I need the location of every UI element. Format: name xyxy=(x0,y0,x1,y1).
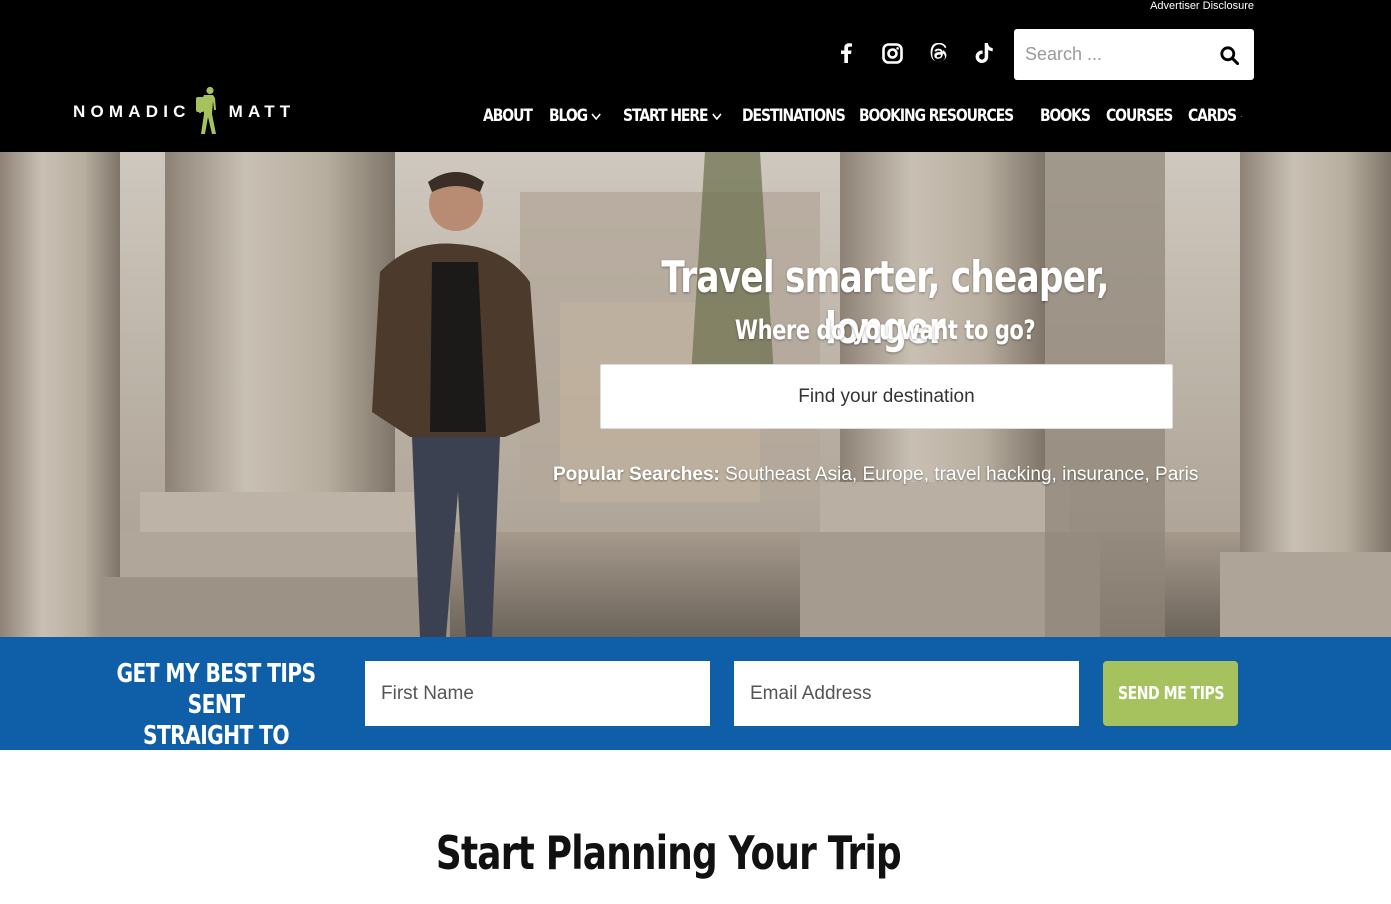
chevron-down-icon xyxy=(712,112,722,120)
send-me-tips-button[interactable]: SEND ME TIPS xyxy=(1103,661,1238,726)
facebook-icon[interactable] xyxy=(833,40,859,66)
logo-text-right: MATT xyxy=(228,102,296,121)
site-header: Advertiser Disclosure NOMADIC MATT ABOUT… xyxy=(0,0,1391,152)
search-icon[interactable] xyxy=(1218,44,1240,66)
tiktok-icon[interactable] xyxy=(971,40,997,66)
popular-search-link[interactable]: insurance xyxy=(1062,464,1144,485)
threads-icon[interactable] xyxy=(925,40,951,66)
popular-search-link[interactable]: Paris xyxy=(1155,464,1198,485)
newsletter-signup: GET MY BEST TIPS SENT STRAIGHT TO YOU! S… xyxy=(0,637,1391,782)
signup-title: GET MY BEST TIPS SENT STRAIGHT TO YOU! xyxy=(115,659,318,783)
signup-title-line: STRAIGHT TO YOU! xyxy=(142,721,290,782)
hero-subtitle: Where do you want to go? xyxy=(734,315,1036,346)
nav-start-here[interactable]: START HERE xyxy=(623,106,722,126)
advertiser-disclosure-link[interactable]: Advertiser Disclosure xyxy=(1150,0,1254,12)
email-field[interactable] xyxy=(734,661,1079,726)
logo-text-left: NOMADIC xyxy=(73,102,191,121)
chevron-down-icon xyxy=(1240,115,1242,117)
search-box xyxy=(1014,29,1254,80)
nav-courses[interactable]: COURSES xyxy=(1106,106,1175,126)
main-nav: ABOUT BLOG START HERE DESTINATIONS BOOKI… xyxy=(483,106,1252,126)
find-destination-button[interactable]: Find your destination xyxy=(600,364,1173,429)
nav-booking-resources[interactable]: BOOKING RESOURCES xyxy=(859,106,1014,126)
chevron-down-icon xyxy=(591,112,602,120)
search-input[interactable] xyxy=(1014,29,1204,80)
backpacker-logo-icon xyxy=(195,86,216,134)
nav-about[interactable]: ABOUT xyxy=(483,106,539,126)
section-heading: Start Planning Your Trip xyxy=(435,826,902,880)
popular-searches-label: Popular Searches: xyxy=(553,464,720,485)
instagram-icon[interactable] xyxy=(879,40,905,66)
popular-search-link[interactable]: Southeast Asia xyxy=(725,464,852,485)
nav-cards[interactable]: CARDS xyxy=(1188,106,1242,126)
popular-search-link[interactable]: travel hacking xyxy=(934,464,1051,485)
nav-blog[interactable]: BLOG xyxy=(549,106,611,126)
signup-title-line: GET MY BEST TIPS SENT xyxy=(116,659,317,720)
popular-search-link[interactable]: Europe xyxy=(862,464,923,485)
nav-books[interactable]: BOOKS xyxy=(1040,106,1096,126)
popular-searches: Popular Searches: Southeast Asia, Europe… xyxy=(553,464,1199,485)
site-logo[interactable]: NOMADIC MATT xyxy=(73,86,295,138)
hero-section: Travel smarter, cheaper, longer Where do… xyxy=(0,152,1391,637)
nav-destinations[interactable]: DESTINATIONS xyxy=(742,106,846,126)
first-name-field[interactable] xyxy=(365,661,710,726)
